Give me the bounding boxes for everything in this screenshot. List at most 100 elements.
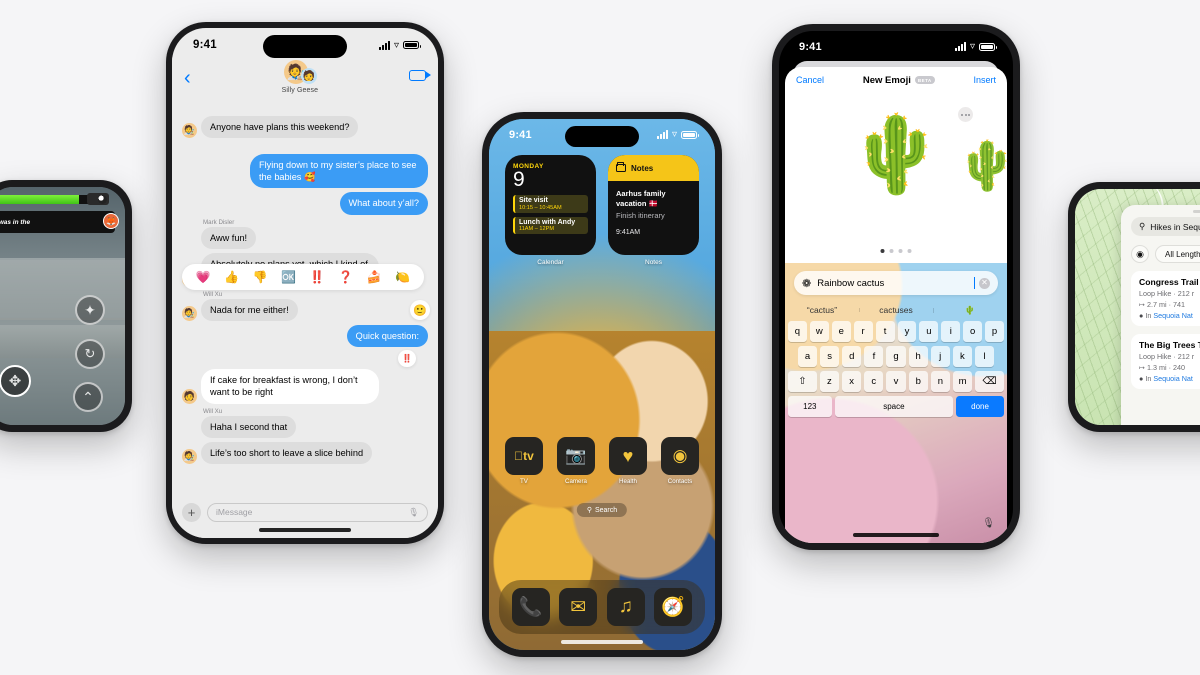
key-z[interactable]: z [819, 371, 839, 392]
app-icon-health[interactable]: ♥ Health [607, 437, 649, 485]
key-n[interactable]: n [930, 371, 951, 392]
reaction-cake[interactable]: 🍰 [367, 270, 382, 284]
imessage-input[interactable]: iMessage 🎙 [207, 502, 428, 522]
cancel-button[interactable]: Cancel [796, 75, 824, 85]
insert-button[interactable]: Insert [973, 75, 996, 85]
app-icon-tv[interactable]: tv TV [503, 437, 545, 485]
key-r[interactable]: r [853, 321, 873, 342]
conversation-identity[interactable]: 🧑‍🎨 🧑 Silly Geese [280, 60, 320, 94]
game-action-button-1[interactable]: ✦ [75, 295, 105, 325]
key-l[interactable]: l [974, 346, 994, 367]
page-dot[interactable] [889, 249, 894, 253]
key-o[interactable]: o [963, 321, 983, 342]
key-j[interactable]: j [930, 346, 950, 367]
key-p[interactable]: p [985, 321, 1005, 342]
reaction-exclamation[interactable]: ‼️ [310, 270, 325, 284]
message-bubble[interactable]: Nada for me either! [201, 298, 298, 322]
message-bubble[interactable]: Flying down to my sister’s place to see … [250, 154, 428, 189]
page-dot[interactable] [898, 249, 903, 253]
shift-key-icon[interactable]: ⇧ [788, 371, 817, 392]
numbers-key[interactable]: 123 [788, 396, 832, 417]
app-icon-contacts[interactable]: ◉ Contacts [659, 437, 701, 485]
key-f[interactable]: f [864, 346, 884, 367]
generated-emoji-secondary[interactable]: 🌵 [957, 137, 1007, 194]
calendar-widget[interactable]: MONDAY 9 Site visit 10:15 – 10:45AM Lunc… [505, 155, 596, 255]
game-jump-button[interactable]: ⌃ [73, 382, 103, 412]
suggestion-item[interactable]: cactuses [859, 305, 933, 315]
music-icon[interactable]: ♫ [606, 588, 645, 626]
key-m[interactable]: m [953, 371, 973, 392]
key-s[interactable]: s [820, 346, 840, 367]
maps-search-input[interactable]: ⚲ Hikes in Sequ [1131, 217, 1200, 236]
key-q[interactable]: q [787, 321, 807, 342]
back-icon[interactable]: ‹ [184, 68, 191, 88]
filter-icon[interactable]: ◉ [1131, 245, 1149, 263]
suggestion-item[interactable]: “cactus” [785, 305, 859, 315]
message-bubble[interactable]: Haha I second that [201, 415, 297, 438]
key-d[interactable]: d [842, 346, 862, 367]
home-indicator[interactable] [259, 528, 351, 532]
emoji-picker-icon[interactable]: 🙂 [410, 300, 430, 320]
key-k[interactable]: k [952, 346, 972, 367]
trail-result-card[interactable]: Congress Trail Loop Hike · 212 r ↦ 2.7 m… [1131, 271, 1200, 326]
trail-result-card[interactable]: The Big Trees T Loop Hike · 212 r ↦ 1.3 … [1131, 334, 1200, 389]
space-key[interactable]: space [834, 396, 954, 417]
reaction-lemon[interactable]: 🍋 [395, 270, 410, 284]
calendar-event[interactable]: Site visit 10:15 – 10:45AM [513, 195, 588, 213]
page-indicator[interactable] [880, 249, 912, 253]
more-options-icon[interactable] [958, 107, 973, 122]
clear-icon[interactable]: ✕ [979, 277, 990, 289]
message-bubble[interactable]: Life’s too short to leave a slice behind [201, 441, 373, 464]
generated-emoji-primary[interactable]: 🌵 [849, 117, 944, 193]
reaction-thumbs-down[interactable]: 👎 [253, 270, 268, 284]
tapback-exclamation-icon[interactable]: ‼️ [398, 350, 416, 367]
suggestion-item[interactable]: 🌵 [933, 305, 1007, 316]
page-dot[interactable] [907, 249, 912, 253]
message-bubble[interactable]: If cake for breakfast is wrong, I don’t … [201, 369, 379, 404]
key-w[interactable]: w [809, 321, 829, 342]
all-lengths-chip[interactable]: All Lengths [1155, 245, 1200, 263]
key-t[interactable]: t [875, 321, 895, 342]
reaction-question[interactable]: ❓ [338, 270, 353, 284]
reaction-haha[interactable]: 🆗 [281, 270, 296, 284]
reaction-heart[interactable]: 💗 [196, 270, 211, 284]
app-icon-camera[interactable]: 📷 Camera [555, 437, 597, 485]
dictation-microphone-icon[interactable]: 🎙 [982, 518, 995, 529]
video-camera-icon[interactable] [408, 70, 431, 81]
game-action-button-2[interactable]: ↻ [75, 339, 105, 369]
add-attachment-button[interactable]: + [182, 502, 201, 522]
phone-icon[interactable]: 📞 [511, 588, 550, 626]
safari-icon[interactable]: 🧭 [654, 588, 693, 626]
reaction-thumbs-up[interactable]: 👍 [224, 270, 239, 284]
home-indicator[interactable] [853, 533, 939, 537]
home-indicator[interactable] [561, 640, 643, 644]
search-pill[interactable]: ⚲ Search [576, 503, 628, 517]
calendar-event[interactable]: Lunch with Andy 11AM – 12PM [513, 216, 588, 235]
backspace-key-icon[interactable]: ⌫ [975, 371, 1005, 392]
key-a[interactable]: a [798, 346, 818, 367]
message-bubble[interactable]: Aww fun! [201, 226, 257, 249]
key-u[interactable]: u [919, 321, 939, 342]
page-dot[interactable] [880, 249, 885, 253]
emoji-description-input[interactable]: ❁ Rainbow cactus ✕ [794, 271, 998, 295]
tapback-reaction-bar[interactable]: 💗 👍 👎 🆗 ‼️ ❓ 🍰 🍋 [182, 264, 424, 290]
key-h[interactable]: h [908, 346, 928, 367]
key-c[interactable]: c [864, 371, 884, 392]
sheet-grabber[interactable] [1193, 210, 1200, 213]
notes-widget[interactable]: Notes Aarhus family vacation 🇩🇰 Finish i… [608, 155, 699, 255]
key-v[interactable]: v [886, 371, 906, 392]
location-link[interactable]: Sequoia Nat [1153, 374, 1193, 383]
key-y[interactable]: y [897, 321, 917, 342]
key-e[interactable]: e [831, 321, 851, 342]
message-bubble[interactable]: Quick question: [346, 325, 428, 348]
message-bubble[interactable]: Anyone have plans this weekend? [201, 116, 359, 139]
key-b[interactable]: b [908, 371, 928, 392]
mail-icon[interactable]: ✉ [559, 588, 598, 626]
done-key[interactable]: done [956, 396, 1004, 417]
game-joystick[interactable]: ✥ [0, 365, 31, 397]
message-thread[interactable]: 🧑‍🎨 Anyone have plans this weekend? Flyi… [172, 112, 438, 498]
key-g[interactable]: g [886, 346, 906, 367]
key-x[interactable]: x [842, 371, 862, 392]
key-i[interactable]: i [941, 321, 961, 342]
microphone-icon[interactable]: 🎙 [408, 507, 419, 518]
